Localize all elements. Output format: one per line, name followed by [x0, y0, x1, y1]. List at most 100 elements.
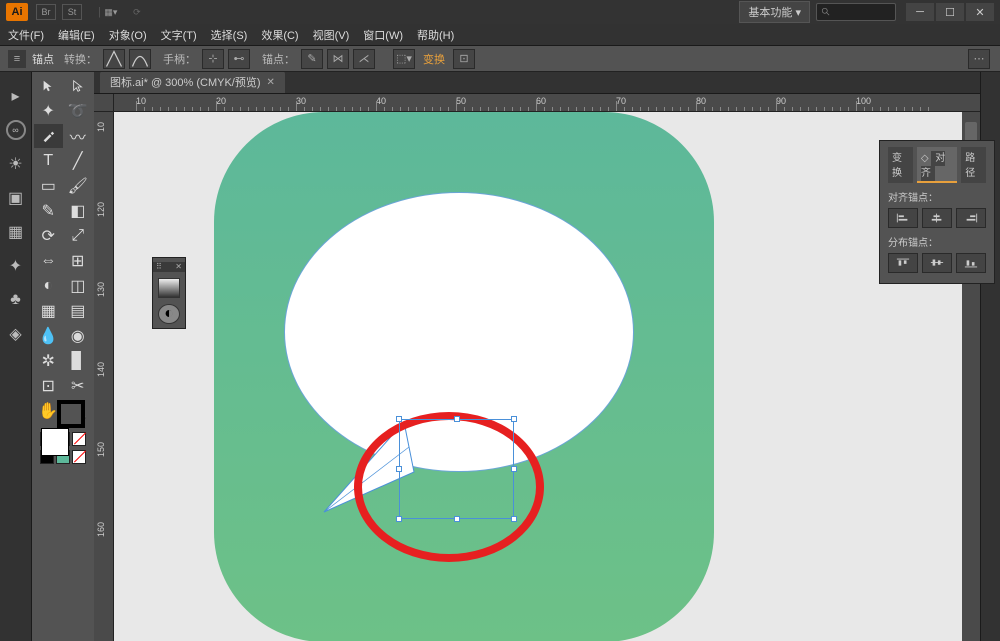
stroke-panel-icon[interactable]: ✦: [6, 256, 26, 276]
ruler-origin[interactable]: [94, 94, 114, 112]
artwork-rounded-rect[interactable]: [214, 112, 714, 641]
align-left-button[interactable]: [888, 208, 918, 228]
toggle-st[interactable]: St: [62, 4, 82, 20]
align-anchors-label: 对齐锚点：: [888, 189, 986, 204]
scale-tool[interactable]: ⤢: [64, 224, 93, 248]
symbol-sprayer-tool[interactable]: ✲: [34, 349, 63, 373]
panel-grip-icon[interactable]: ⠿: [156, 262, 162, 272]
align-right-button[interactable]: [956, 208, 986, 228]
toolbox: ✦ ➰ 〰 T ╱ ▭ 🖌 ✎ ◧ ⟳ ⤢ ⇔ ⊞ ◐ ◫ ▦ ▤ 💧 ◉ ✲ …: [32, 72, 94, 641]
anchor-conn-button[interactable]: ⋈: [327, 49, 349, 69]
document-tabs: 图标.ai* @ 300% (CMYK/预览) ✕: [94, 72, 980, 94]
none-mode-swatch[interactable]: [72, 432, 86, 446]
convert-smooth-button[interactable]: [129, 49, 151, 69]
direct-selection-tool[interactable]: [64, 74, 93, 98]
panel-tab-pathfinder[interactable]: 路径: [961, 147, 986, 183]
paintbrush-tool[interactable]: 🖌: [64, 174, 93, 198]
menu-view[interactable]: 视图(V): [313, 27, 350, 43]
dist-vcenter-button[interactable]: [922, 253, 952, 273]
fill-swatch[interactable]: [41, 428, 69, 456]
maximize-button[interactable]: ☐: [936, 3, 964, 21]
left-rail: ▸ ∞ ☀ ▣ ▦ ✦ ♣ ◈: [0, 72, 32, 641]
anchor-remove-button[interactable]: ✎: [301, 49, 323, 69]
curvature-tool[interactable]: 〰: [64, 124, 93, 148]
symbols-panel-icon[interactable]: ▦: [6, 222, 26, 242]
free-transform-tool[interactable]: ⊞: [64, 249, 93, 273]
transform-link[interactable]: 变换: [423, 51, 445, 67]
document-tab[interactable]: 图标.ai* @ 300% (CMYK/预览) ✕: [100, 72, 285, 93]
line-tool[interactable]: ╱: [64, 149, 93, 173]
eraser-tool[interactable]: ◧: [64, 199, 93, 223]
handle-hide-button[interactable]: ⊷: [228, 49, 250, 69]
handle-show-button[interactable]: ⊹: [202, 49, 224, 69]
perspective-tool[interactable]: ◫: [64, 274, 93, 298]
stroke-swatch[interactable]: [57, 400, 85, 428]
pencil-tool[interactable]: ✎: [34, 199, 63, 223]
panel-tab-align[interactable]: ◇ 对齐: [917, 147, 957, 183]
align-artboard-button[interactable]: ⊡: [453, 49, 475, 69]
panel-tab-transform[interactable]: 变换: [888, 147, 913, 183]
rail-arrow-icon[interactable]: ▸: [6, 86, 26, 106]
tab-label: 图标.ai* @ 300% (CMYK/预览): [110, 74, 261, 90]
brushes-panel-icon[interactable]: ☀: [6, 154, 26, 174]
artboard-tool[interactable]: ⊡: [34, 374, 63, 398]
toggle-br[interactable]: Br: [36, 4, 56, 20]
anchor-cut-button[interactable]: ⋌: [353, 49, 375, 69]
menu-type[interactable]: 文字(T): [161, 27, 197, 43]
menu-help[interactable]: 帮助(H): [417, 27, 454, 43]
gradient-panel-icon[interactable]: [158, 278, 180, 298]
panel-close-icon[interactable]: ✕: [175, 262, 182, 272]
swatches-panel-icon[interactable]: ▣: [6, 188, 26, 208]
menu-effect[interactable]: 效果(C): [261, 27, 298, 43]
selection-tool[interactable]: [34, 74, 63, 98]
transparency-panel-icon[interactable]: ◐: [158, 304, 180, 324]
close-button[interactable]: ✕: [966, 3, 994, 21]
layers-panel-icon[interactable]: ◈: [6, 324, 26, 344]
menu-object[interactable]: 对象(O): [109, 27, 147, 43]
width-tool[interactable]: ⇔: [34, 249, 63, 273]
shape-builder-tool[interactable]: ◐: [34, 274, 63, 298]
menu-edit[interactable]: 编辑(E): [58, 27, 95, 43]
cc-libraries-icon[interactable]: ∞: [6, 120, 26, 140]
control-menu-icon[interactable]: ≡: [8, 50, 26, 68]
canvas[interactable]: 102030405060708090100 10120130140150160: [94, 94, 980, 641]
dist-top-button[interactable]: [888, 253, 918, 273]
slice-tool[interactable]: ✂: [64, 374, 93, 398]
arrange-docs-icon[interactable]: ▦▾: [101, 4, 121, 20]
blend-tool[interactable]: ◉: [64, 324, 93, 348]
magic-wand-tool[interactable]: ✦: [34, 99, 63, 123]
rectangle-tool[interactable]: ▭: [34, 174, 63, 198]
graph-tool[interactable]: ▊: [64, 349, 93, 373]
appearance-panel-icon[interactable]: ♣: [6, 290, 26, 310]
convert-label: 转换：: [64, 51, 97, 67]
search-input[interactable]: [816, 3, 896, 21]
recent-color-2[interactable]: [72, 450, 86, 464]
mesh-tool[interactable]: ▦: [34, 299, 63, 323]
isolate-button[interactable]: ⬚▾: [393, 49, 415, 69]
lasso-tool[interactable]: ➰: [64, 99, 93, 123]
type-tool[interactable]: T: [34, 149, 63, 173]
sync-icon[interactable]: ⟳: [127, 4, 147, 20]
rotate-tool[interactable]: ⟳: [34, 224, 63, 248]
align-hcenter-button[interactable]: [922, 208, 952, 228]
dist-bottom-button[interactable]: [956, 253, 986, 273]
ruler-vertical[interactable]: 10120130140150160: [94, 112, 114, 641]
menu-file[interactable]: 文件(F): [8, 27, 44, 43]
pen-tool[interactable]: [34, 124, 63, 148]
control-more-icon[interactable]: ⋯: [968, 49, 990, 69]
tab-close-icon[interactable]: ✕: [267, 77, 275, 88]
selection-bounding-box[interactable]: [399, 419, 514, 519]
menu-select[interactable]: 选择(S): [211, 27, 248, 43]
menu-window[interactable]: 窗口(W): [363, 27, 403, 43]
workspace-switcher[interactable]: 基本功能 ▾: [739, 1, 810, 23]
convert-corner-button[interactable]: [103, 49, 125, 69]
floating-mini-panel[interactable]: ⠿ ✕ ◐: [152, 257, 186, 329]
eyedropper-tool[interactable]: 💧: [34, 324, 63, 348]
ruler-horizontal[interactable]: 102030405060708090100: [114, 94, 980, 112]
handle-label: 手柄：: [163, 51, 196, 67]
artboard-area[interactable]: ⠿ ✕ ◐: [114, 112, 962, 641]
minimize-button[interactable]: ─: [906, 3, 934, 21]
anchors-label: 锚点：: [262, 51, 295, 67]
gradient-tool[interactable]: ▤: [64, 299, 93, 323]
control-bar: ≡ 锚点 转换： 手柄： ⊹ ⊷ 锚点： ✎ ⋈ ⋌ ⬚▾ 变换 ⊡ ⋯: [0, 46, 1000, 72]
